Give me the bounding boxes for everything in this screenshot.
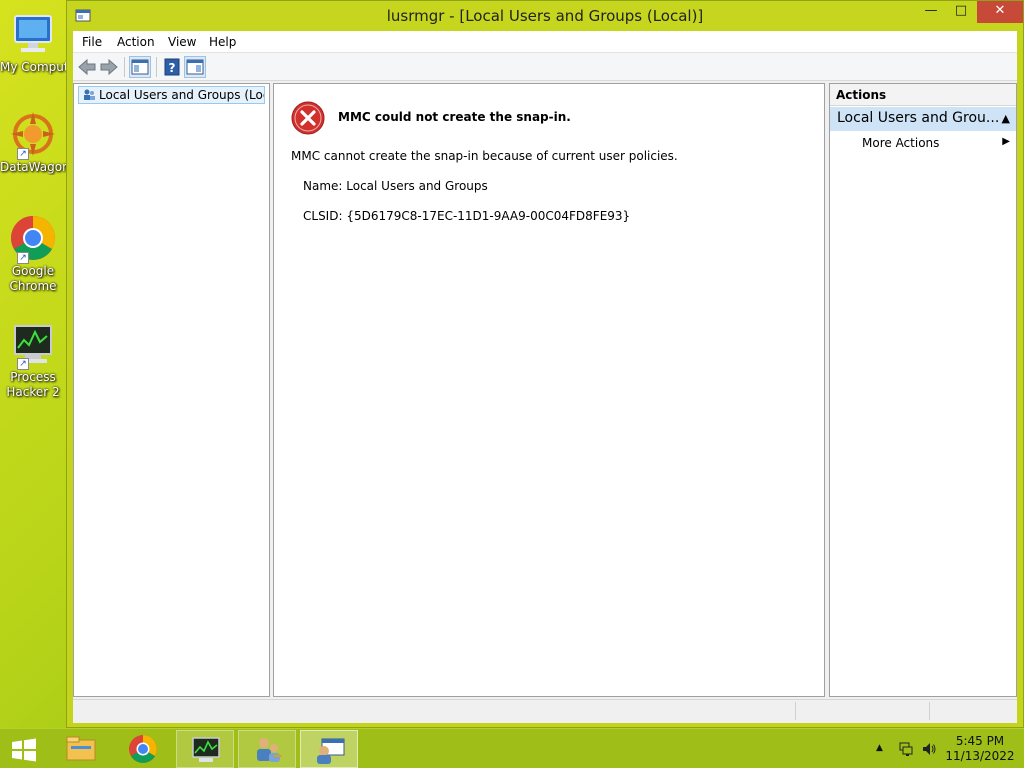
menu-help[interactable]: Help <box>209 35 236 49</box>
status-segment <box>795 702 929 720</box>
taskbar-file-explorer[interactable] <box>52 730 110 768</box>
minimize-button[interactable]: — <box>917 1 945 23</box>
desktop-icon-label: My Compute <box>0 60 66 74</box>
toolbar-separator <box>156 57 157 77</box>
desktop-icon-my-computer[interactable]: My Compute <box>0 10 66 75</box>
show-hidden-icons-button[interactable]: ▲ <box>876 743 883 753</box>
taskbar: ▲ 5:45 PM 11/13/2022 <box>0 728 1024 768</box>
error-message: MMC cannot create the snap-in because of… <box>291 149 678 163</box>
system-clock[interactable]: 5:45 PM 11/13/2022 <box>944 734 1016 764</box>
error-icon <box>291 101 325 135</box>
tree-node-local-users-and-groups[interactable]: Local Users and Groups (Local) <box>78 86 265 104</box>
console-tree-pane: Local Users and Groups (Local) <box>73 83 270 697</box>
shortcut-arrow-icon: ↗ <box>17 252 29 264</box>
actions-header: Actions <box>830 84 1016 106</box>
snap-in-name: Name: Local Users and Groups <box>303 179 488 193</box>
start-button[interactable] <box>0 730 48 768</box>
snap-in-clsid: CLSID: {5D6179C8-17EC-11D1-9AA9-00C04FD8… <box>303 209 631 223</box>
desktop-icon-label: DataWagon <box>0 160 66 174</box>
taskbar-chrome[interactable] <box>114 730 172 768</box>
tree-node-label: Local Users and Groups (Local) <box>99 88 264 102</box>
collapse-up-icon[interactable]: ▲ <box>1002 112 1010 125</box>
volume-icon[interactable] <box>921 741 937 760</box>
window-title: lusrmgr - [Local Users and Groups (Local… <box>386 7 704 25</box>
actions-group-label: Local Users and Grou... <box>837 110 1000 126</box>
datawagon-icon: ↗ <box>9 110 57 160</box>
mmc-window: lusrmgr - [Local Users and Groups (Local… <box>66 0 1024 728</box>
desktop-icon-datawagon[interactable]: ↗ DataWagon <box>0 110 66 175</box>
shortcut-arrow-icon: ↗ <box>17 148 29 160</box>
users-groups-icon <box>82 88 96 102</box>
desktop-icon-label: Hacker 2 <box>6 385 60 399</box>
menu-action[interactable]: Action <box>117 35 155 49</box>
toolbar-separator <box>124 57 125 77</box>
svg-text:?: ? <box>169 61 176 75</box>
title-bar[interactable]: lusrmgr - [Local Users and Groups (Local… <box>67 1 1023 31</box>
process-hacker-icon <box>192 737 220 762</box>
taskbar-users-keys[interactable] <box>238 730 296 768</box>
clock-time: 5:45 PM <box>955 734 1005 748</box>
maximize-button[interactable]: □ <box>947 1 975 23</box>
desktop-icon-label: Google <box>11 264 55 278</box>
close-button[interactable]: ✕ <box>977 1 1023 23</box>
status-bar <box>73 699 1017 721</box>
result-pane: MMC could not create the snap-in. MMC ca… <box>273 83 825 697</box>
menu-view[interactable]: View <box>168 35 196 49</box>
submenu-arrow-icon[interactable]: ▶ <box>1002 136 1010 147</box>
show-hide-action-pane-icon[interactable] <box>184 56 206 78</box>
taskbar-mmc[interactable] <box>300 730 358 768</box>
desktop-icon-google-chrome[interactable]: ↗ Google Chrome <box>0 214 66 294</box>
windows-start-icon <box>12 738 36 762</box>
actions-group-local-users-and-groups[interactable]: Local Users and Grou... ▲ <box>830 107 1016 131</box>
mmc-icon <box>317 738 345 764</box>
back-icon[interactable] <box>76 56 98 78</box>
users-keys-icon <box>257 738 282 762</box>
actions-pane: Actions Local Users and Grou... ▲ More A… <box>829 83 1017 697</box>
more-actions-item[interactable]: More Actions <box>862 136 939 150</box>
chrome-icon: ↗ <box>9 214 57 264</box>
window-client-area: File Action View Help ? Local Users and … <box>73 31 1017 723</box>
process-hacker-icon: ↗ <box>9 320 57 370</box>
error-title: MMC could not create the snap-in. <box>338 110 571 124</box>
status-segment <box>929 702 1017 720</box>
desktop-icon-process-hacker[interactable]: ↗ Process Hacker 2 <box>0 320 66 400</box>
desktop-icon-label: Chrome <box>9 279 57 293</box>
help-icon[interactable]: ? <box>161 56 183 78</box>
desktop-icon-label: Process <box>10 370 56 384</box>
computer-icon <box>9 10 57 58</box>
menu-bar: File Action View Help <box>73 31 1017 53</box>
clock-date: 11/13/2022 <box>945 749 1015 763</box>
taskbar-process-hacker[interactable] <box>176 730 234 768</box>
forward-icon[interactable] <box>98 56 120 78</box>
shortcut-arrow-icon: ↗ <box>17 358 29 370</box>
toolbar: ? <box>73 53 1017 81</box>
network-icon[interactable] <box>898 741 914 760</box>
show-hide-console-tree-icon[interactable] <box>129 56 151 78</box>
menu-file[interactable]: File <box>82 35 102 49</box>
file-explorer-icon <box>66 736 96 761</box>
chrome-icon <box>129 735 157 763</box>
